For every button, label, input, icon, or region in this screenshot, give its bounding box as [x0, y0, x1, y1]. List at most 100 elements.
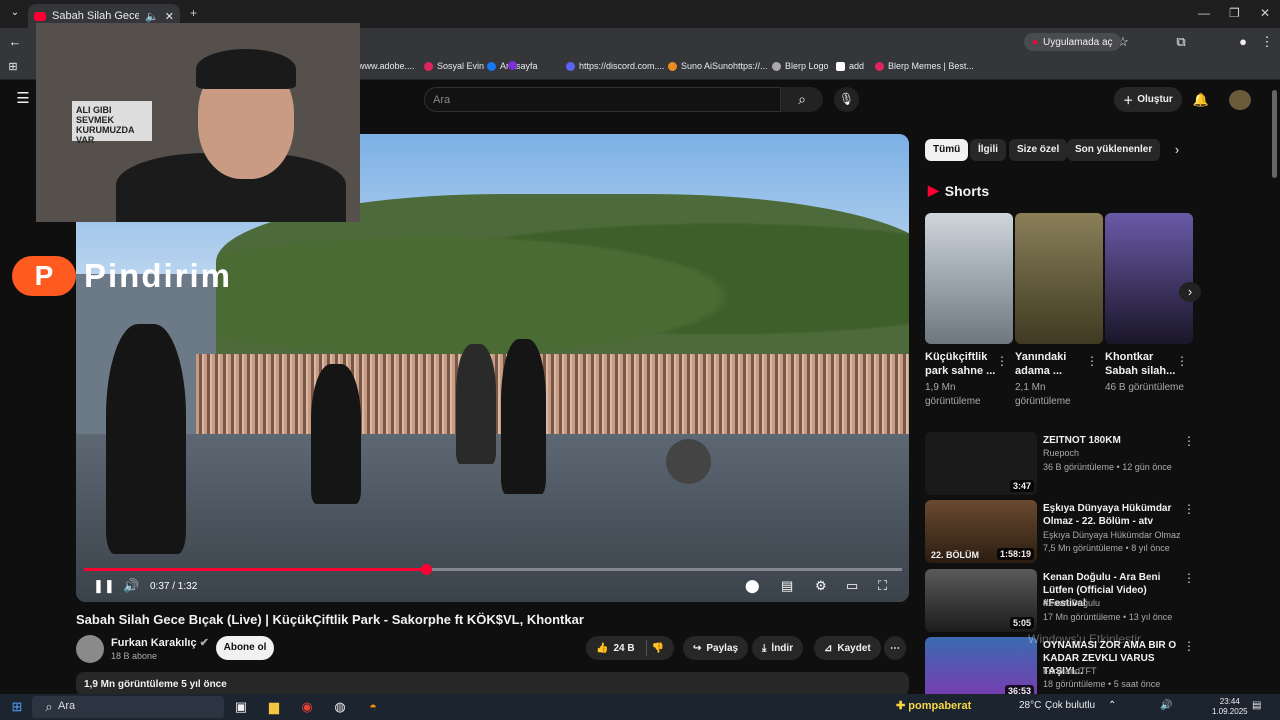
recommended-title[interactable]: ZEITNOT 180KM	[1043, 434, 1179, 447]
recommended-more-icon[interactable]: ⋮	[1183, 571, 1195, 585]
weather-temp[interactable]: 28°C	[1019, 700, 1041, 711]
bookmark-blerp-memes[interactable]: Blerp Memes | Best...	[875, 61, 974, 71]
bookmark-suno[interactable]: Suno AiSunohttps://...	[668, 61, 768, 71]
chip-related[interactable]: İlgili	[970, 139, 1006, 161]
video-thumbnail[interactable]: 22. BÖLÜM 1:58:19	[925, 500, 1037, 563]
thumbs-down-icon[interactable]: 👎	[652, 643, 664, 654]
autoplay-toggle[interactable]: ⬤	[745, 578, 760, 594]
chip-all[interactable]: Tümü	[925, 139, 969, 161]
video-thumbnail[interactable]: 36:53	[925, 637, 1037, 700]
task-view-icon[interactable]: ▣	[230, 697, 252, 717]
close-window-icon[interactable]: ✕	[1260, 6, 1270, 20]
channel-avatar[interactable]	[76, 635, 104, 663]
recommended-title[interactable]: Eşkıya Dünyaya Hükümdar Olmaz - 22. Bölü…	[1043, 502, 1179, 528]
notification-center-icon[interactable]: ▤	[1252, 700, 1261, 711]
app-icon[interactable]: ◓	[362, 697, 384, 717]
video-thumbnail[interactable]: 3:47	[925, 432, 1037, 495]
tab-search-icon[interactable]: ⌄	[4, 3, 26, 23]
hamburger-menu-icon[interactable]: ☰	[12, 89, 34, 109]
app-icon[interactable]: ◍	[329, 697, 351, 717]
bookmark-discord[interactable]: https://discord.com....	[566, 61, 665, 71]
voice-search-icon[interactable]: 🎙	[834, 87, 859, 112]
video-title: Sabah Silah Gece Bıçak (Live) | KüçükÇif…	[76, 612, 584, 627]
recommended-more-icon[interactable]: ⋮	[1183, 502, 1195, 516]
profile-avatar[interactable]: ●	[1232, 32, 1254, 52]
video-progress-bar[interactable]	[84, 568, 902, 571]
speaker-icon[interactable]: 🔈	[145, 10, 159, 23]
subtitles-icon[interactable]: ▤	[781, 578, 793, 594]
create-button[interactable]: ＋ Oluştur	[1114, 87, 1182, 112]
short-more-icon[interactable]: ⋮	[1086, 354, 1098, 368]
fullscreen-icon[interactable]: ⛶	[878, 578, 887, 594]
menu-icon[interactable]: ⋮	[1256, 32, 1278, 52]
bookmark-sosyal-evin[interactable]: Sosyal Evin	[424, 61, 484, 71]
facebook-icon	[487, 61, 496, 71]
bookmark-adobe[interactable]: www.adobe....	[358, 61, 415, 71]
video-thumbnail[interactable]: 5:05	[925, 569, 1037, 632]
short-thumbnail[interactable]	[1015, 213, 1103, 344]
chip-recent[interactable]: Son yüklenenler	[1067, 139, 1161, 161]
channel-name[interactable]: Furkan Karakılıç ✔	[111, 636, 209, 649]
recommended-channel[interactable]: FurkilandTFT	[1043, 666, 1097, 676]
search-button[interactable]: ⌕	[781, 87, 823, 112]
shorts-next-icon[interactable]: ›	[1179, 282, 1201, 302]
short-more-icon[interactable]: ⋮	[996, 354, 1008, 368]
minimize-icon[interactable]: —	[1198, 6, 1210, 20]
notifications-bell-icon[interactable]: 🔔	[1190, 90, 1212, 110]
file-explorer-icon[interactable]: ▆	[263, 697, 285, 717]
bookmark-label: Suno AiSunohttps://...	[681, 61, 768, 71]
account-avatar[interactable]	[1229, 90, 1251, 110]
progress-scrubber[interactable]	[421, 564, 432, 575]
like-button[interactable]: 👍 24 B 👎	[586, 636, 675, 660]
page-scrollbar[interactable]	[1272, 90, 1277, 178]
weather-text[interactable]: Çok bulutlu	[1045, 700, 1095, 711]
short-title[interactable]: Khontkar Sabah silah...	[1105, 350, 1185, 378]
recommended-channel[interactable]: Ruepoch	[1043, 448, 1079, 458]
search-input[interactable]: Ara	[424, 87, 781, 112]
bookmark-anasayfa2[interactable]	[508, 61, 517, 70]
subscribe-button[interactable]: Abone ol	[216, 636, 274, 660]
bookmark-label: Blerp Memes | Best...	[888, 61, 974, 71]
recommended-channel[interactable]: Eşkıya Dünyaya Hükümdar Olmaz	[1043, 530, 1181, 540]
new-tab-icon[interactable]: +	[190, 6, 197, 20]
settings-gear-icon[interactable]: ⚙	[815, 578, 827, 594]
chips-next-icon[interactable]: ›	[1166, 140, 1188, 160]
windows-start-icon[interactable]: ⊞	[6, 697, 28, 717]
chip-for-you[interactable]: Size özel	[1009, 139, 1068, 161]
list-item[interactable]: 22. BÖLÜM 1:58:19 Eşkıya Dünyaya Hükümdar…	[925, 500, 1195, 564]
description-box[interactable]: 1,9 Mn görüntüleme 5 yıl önce	[76, 672, 909, 696]
recommended-channel[interactable]: Kenan Doğulu	[1043, 598, 1100, 608]
short-thumbnail[interactable]	[1105, 213, 1193, 344]
apps-icon[interactable]: ⊞	[2, 57, 24, 77]
list-item[interactable]: 36:53 OYNAMASI ZOR AMA BIR O KADAR ZEVKL…	[925, 637, 1195, 701]
recommended-more-icon[interactable]: ⋮	[1183, 639, 1195, 653]
taskbar-search-input[interactable]: Ara	[32, 696, 224, 718]
more-actions-button[interactable]: ⋯	[884, 636, 906, 660]
save-button[interactable]: ⊿ Kaydet	[814, 636, 881, 660]
short-title[interactable]: Küçükçiftlik park sahne ...	[925, 350, 1005, 378]
list-item[interactable]: 3:47 ZEITNOT 180KM Ruepoch 36 B görüntül…	[925, 432, 1195, 496]
short-thumbnail[interactable]	[925, 213, 1013, 344]
recommended-more-icon[interactable]: ⋮	[1183, 434, 1195, 448]
chrome-icon[interactable]: ◉	[296, 697, 318, 717]
share-button[interactable]: ↪ Paylaş	[683, 636, 749, 660]
back-icon[interactable]: ←	[4, 32, 26, 52]
list-item[interactable]: 5:05 Kenan Doğulu - Ara Beni Lütfen (Off…	[925, 569, 1195, 633]
bookmark-add[interactable]: add	[836, 61, 864, 71]
bookmark-blerp-logo[interactable]: Blerp Logo	[772, 61, 829, 71]
close-tab-icon[interactable]: ✕	[165, 10, 174, 23]
theater-mode-icon[interactable]: ▭	[846, 578, 858, 594]
clock[interactable]: 23:44 1.09.2025	[1212, 697, 1248, 717]
short-title[interactable]: Yanındaki adama ...	[1015, 350, 1095, 378]
shorts-heading: ▶ Shorts	[928, 182, 989, 199]
short-more-icon[interactable]: ⋮	[1176, 354, 1188, 368]
extensions-icon[interactable]: ⧉	[1170, 32, 1192, 52]
download-button[interactable]: ⤓ İndir	[752, 636, 804, 660]
tray-chevron-icon[interactable]: ⌃	[1108, 700, 1116, 711]
volume-tray-icon[interactable]: 🔊	[1160, 700, 1172, 711]
open-in-app-button[interactable]: ● Uygulamada aç	[1024, 33, 1121, 51]
pause-icon[interactable]: ❚❚	[93, 578, 115, 594]
volume-icon[interactable]: 🔊	[123, 578, 139, 594]
restore-icon[interactable]: ❐	[1229, 6, 1240, 20]
bookmark-favicon-icon	[875, 61, 884, 71]
